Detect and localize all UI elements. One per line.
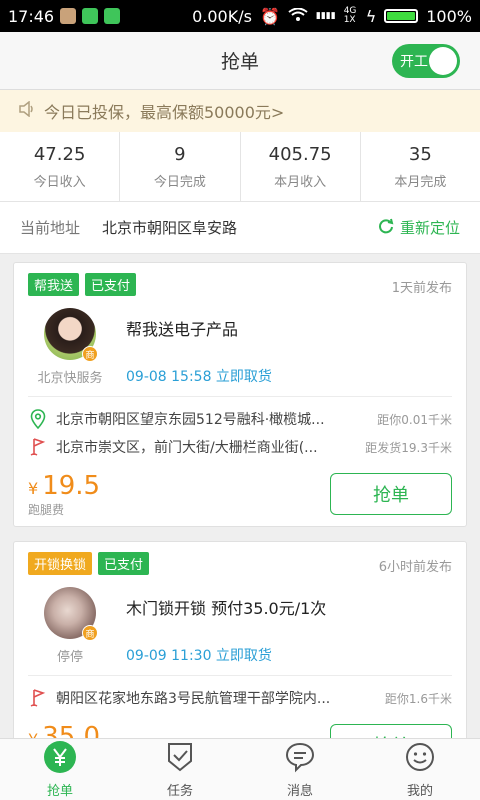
stat-value: 405.75 (268, 143, 332, 165)
category-tag: 帮我送 (28, 273, 80, 296)
charging-icon: ϟ (365, 6, 377, 26)
order-card[interactable]: 帮我送 已支付 1天前发布 商 帮我送电子产品 北京快服务 09-08 15:5… (13, 262, 467, 527)
network-type: 4G 1X (343, 6, 357, 25)
post-time: 1天前发布 (391, 281, 452, 296)
order-list[interactable]: 帮我送 已支付 1天前发布 商 帮我送电子产品 北京快服务 09-08 15:5… (0, 262, 480, 738)
merchant-badge: 商 (82, 625, 98, 641)
stat-value: 35 (408, 143, 432, 165)
address-text: 北京市朝阳区望京东园512号融科·橄榄城... (56, 412, 325, 428)
stat-label: 今日完成 (153, 174, 206, 190)
flag-icon (28, 688, 48, 708)
post-time: 6小时前发布 (378, 560, 452, 575)
paid-tag: 已支付 (85, 273, 137, 296)
sender-name: 停停 (56, 649, 83, 665)
relocate-button[interactable]: 重新定位 (378, 217, 460, 238)
service-address-row: 朝阳区花家地东路3号民航管理干部学院内... 距你1.6千米 (28, 684, 452, 712)
pickup-time: 09-09 11:30 立即取货 (126, 648, 272, 664)
toggle-knob (429, 47, 457, 75)
location-pin-icon (28, 409, 48, 429)
price: ¥35.0 (28, 722, 100, 738)
flag-icon (28, 437, 48, 457)
page-title: 抢单 (220, 51, 259, 73)
battery-level: 100% (426, 6, 472, 26)
stat-value: 9 (174, 143, 186, 165)
stat-label: 本月收入 (274, 174, 327, 190)
price-label: 跑腿费 (28, 503, 65, 517)
grab-order-button[interactable]: 抢单 (330, 724, 452, 738)
alarm-icon: ⏰ (259, 6, 280, 26)
status-bar: 17:46 0.00K/s ⏰ ▮▮▮▮ 4G 1X ϟ 100% (0, 0, 480, 32)
app-header: 抢单 开工 (0, 32, 480, 90)
stat-label: 今日收入 (33, 174, 86, 190)
currency-symbol: ¥ (28, 479, 39, 498)
status-time: 17:46 (8, 6, 55, 26)
insurance-notice[interactable]: 今日已投保，最高保额50000元> (0, 90, 480, 132)
stats-panel: 47.25 今日收入 9 今日完成 405.75 本月收入 35 本月完成 (0, 132, 480, 202)
stat-today-income: 47.25 今日收入 (0, 132, 121, 201)
tab-messages[interactable]: 消息 (240, 739, 360, 800)
tab-label: 抢单 (46, 783, 73, 799)
price-value: 35.0 (42, 722, 101, 738)
tab-label: 消息 (286, 783, 313, 799)
tab-label: 我的 (406, 783, 433, 799)
stat-month-completed: 35 本月完成 (361, 132, 480, 201)
divider (28, 396, 452, 397)
notification-wechat-icon (104, 8, 121, 24)
tab-profile[interactable]: 我的 (360, 739, 480, 800)
work-toggle-label: 开工 (400, 54, 428, 70)
address-text: 北京市崇文区，前门大街/大栅栏商业街(... (56, 440, 318, 456)
pickup-time: 09-08 15:58 立即取货 (126, 369, 272, 385)
order-title: 帮我送电子产品 (126, 320, 239, 339)
avatar: 商 (44, 308, 98, 362)
merchant-badge: 商 (82, 346, 98, 362)
tab-label: 任务 (166, 783, 193, 799)
yen-icon (44, 740, 76, 777)
address-text: 朝阳区花家地东路3号民航管理干部学院内... (56, 691, 331, 707)
tab-grab[interactable]: 抢单 (0, 739, 120, 800)
bottom-tab-bar: 抢单 任务 消息 我的 (0, 738, 480, 800)
current-address-bar: 当前地址 北京市朝阳区阜安路 重新定位 (0, 202, 480, 254)
notification-avatar-icon (60, 8, 77, 24)
pickup-address-row: 北京市朝阳区望京东园512号融科·橄榄城... 距你0.01千米 (28, 405, 452, 433)
order-title: 木门锁开锁 预付35.0元/1次 (126, 599, 327, 618)
refresh-icon (378, 218, 394, 238)
smiley-icon (404, 741, 436, 777)
wifi-icon (288, 7, 308, 26)
paid-tag: 已支付 (98, 552, 150, 575)
message-icon (284, 741, 316, 777)
grab-order-button[interactable]: 抢单 (330, 473, 452, 515)
price-value: 19.5 (42, 471, 101, 501)
delivery-address-row: 北京市崇文区，前门大街/大栅栏商业街(... 距发货19.3千米 (28, 433, 452, 461)
avatar: 商 (44, 587, 98, 641)
price: ¥19.5 (28, 471, 100, 501)
stat-value: 47.25 (33, 143, 86, 165)
tab-tasks[interactable]: 任务 (120, 739, 240, 800)
address-label: 当前地址 (20, 219, 81, 237)
order-card[interactable]: 开锁换锁 已支付 6小时前发布 商 木门锁开锁 预付35.0元/1次 停停 09… (13, 541, 467, 738)
address-distance: 距你1.6千米 (384, 691, 452, 706)
task-shield-icon (164, 741, 196, 777)
sender-name: 北京快服务 (37, 370, 103, 386)
address-value: 北京市朝阳区阜安路 (102, 219, 238, 237)
notification-app-icon (82, 8, 99, 24)
divider (28, 675, 452, 676)
category-tag: 开锁换锁 (28, 552, 93, 575)
relocate-label: 重新定位 (399, 219, 460, 237)
currency-symbol: ¥ (28, 730, 38, 738)
stat-month-income: 405.75 本月收入 (241, 132, 361, 201)
address-distance: 距你0.01千米 (377, 412, 452, 427)
stat-today-completed: 9 今日完成 (120, 132, 241, 201)
battery-icon (384, 9, 419, 23)
work-toggle[interactable]: 开工 (392, 44, 460, 78)
stat-label: 本月完成 (394, 174, 447, 190)
notice-text: 今日已投保，最高保额50000元> (44, 103, 285, 122)
network-speed: 0.00K/s (192, 6, 252, 26)
address-distance: 距发货19.3千米 (365, 440, 452, 455)
signal-icon: ▮▮▮▮ (315, 10, 336, 21)
speaker-icon (18, 100, 36, 121)
